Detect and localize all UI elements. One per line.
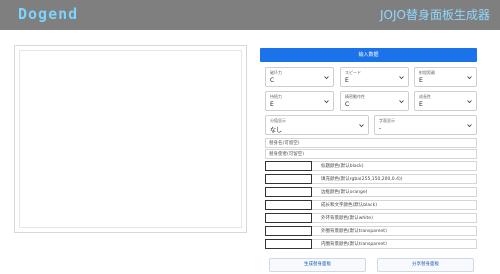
select-destructive-power[interactable]: 破坏力 C — [265, 67, 334, 87]
outer-circle-bg-color-field: 外圈背景颜色(默认transparent) — [265, 226, 477, 236]
input-form: 输入数据 破坏力 C スピード E 射程距離 E 持続力 E 精密動作性 C 成… — [260, 45, 480, 260]
site-logo[interactable]: Dogend — [18, 5, 78, 23]
growth-text-color-input[interactable] — [265, 200, 312, 210]
input-data-header[interactable]: 输入数据 — [260, 48, 477, 62]
color-label: 外圈背景颜色(默认transparent) — [312, 226, 477, 236]
select-range[interactable]: 射程距離 E — [414, 67, 477, 87]
select-label: 持続力 — [270, 94, 282, 99]
chevron-down-icon — [399, 76, 404, 80]
select-score-display[interactable]: 分值显示 なし — [265, 115, 369, 135]
chevron-down-icon — [359, 124, 364, 128]
select-value: C — [345, 101, 350, 108]
fill-color-input[interactable] — [265, 174, 312, 184]
select-label: 分值显示 — [270, 118, 286, 123]
share-panel-button[interactable]: 分享替身面板 — [377, 258, 474, 272]
select-label: スピード — [345, 70, 361, 75]
inner-circle-bg-color-field: 内圈背景颜色(默认transparent) — [265, 239, 477, 249]
color-label: 成长和文字颜色(默认black) — [312, 200, 477, 210]
preview-canvas — [19, 50, 242, 228]
select-precision[interactable]: 精密動作性 C — [340, 91, 409, 111]
outer-ring-bg-color-input[interactable] — [265, 213, 312, 223]
chevron-down-icon — [467, 100, 472, 104]
select-value: - — [379, 125, 382, 132]
chevron-down-icon — [399, 100, 404, 104]
chevron-down-icon — [467, 124, 472, 128]
select-speed[interactable]: スピード E — [340, 67, 409, 87]
outer-ring-bg-color-field: 外环背景颜色(默认white) — [265, 213, 477, 223]
stand-user-input[interactable]: 替身使者(可留空) — [265, 149, 477, 159]
color-label: 填充颜色(默认rgba(255,150,200,0.4)) — [312, 174, 477, 184]
color-label: 内圈背景颜色(默认transparent) — [312, 239, 477, 249]
color-label: 外环背景颜色(默认white) — [312, 213, 477, 223]
select-value: E — [345, 77, 349, 84]
select-label: 字面显示 — [379, 118, 395, 123]
inner-circle-bg-color-input[interactable] — [265, 239, 312, 249]
color-label: 边框颜色(默认orange) — [312, 187, 477, 197]
outer-circle-bg-color-input[interactable] — [265, 226, 312, 236]
select-value: C — [270, 77, 275, 84]
select-label: 破坏力 — [270, 70, 282, 75]
select-label: 成長性 — [419, 94, 431, 99]
select-value: E — [419, 77, 423, 84]
generate-panel-button[interactable]: 生成替身面板 — [269, 258, 366, 272]
select-durability[interactable]: 持続力 E — [265, 91, 334, 111]
chevron-down-icon — [324, 76, 329, 80]
top-bar: Dogend JOJO替身面板生成器 — [0, 0, 500, 30]
title-color-input[interactable] — [265, 161, 312, 171]
stand-name-input[interactable]: 替身名(可留空) — [265, 138, 477, 148]
border-color-field: 边框颜色(默认orange) — [265, 187, 477, 197]
select-value: なし — [270, 127, 283, 134]
growth-text-color-field: 成长和文字颜色(默认black) — [265, 200, 477, 210]
preview-panel — [14, 45, 247, 233]
select-value: E — [419, 101, 423, 108]
select-growth[interactable]: 成長性 E — [414, 91, 477, 111]
chevron-down-icon — [324, 100, 329, 104]
chevron-down-icon — [467, 76, 472, 80]
select-label: 射程距離 — [419, 70, 435, 75]
page-title: JOJO替身面板生成器 — [380, 8, 490, 22]
select-label: 精密動作性 — [345, 94, 365, 99]
color-label: 标题颜色(默认black) — [312, 161, 477, 171]
select-value: E — [270, 101, 274, 108]
fill-color-field: 填充颜色(默认rgba(255,150,200,0.4)) — [265, 174, 477, 184]
border-color-input[interactable] — [265, 187, 312, 197]
title-color-field: 标题颜色(默认black) — [265, 161, 477, 171]
select-text-display[interactable]: 字面显示 - — [374, 115, 477, 135]
